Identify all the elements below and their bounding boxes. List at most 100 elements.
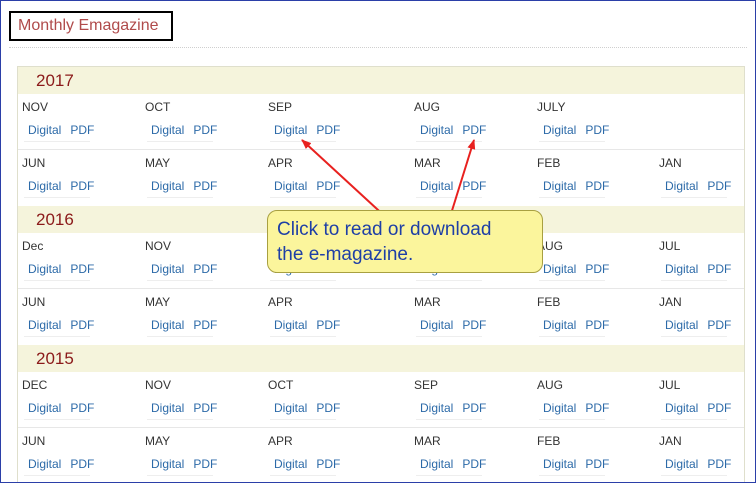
digital-link[interactable]: Digital [420, 401, 453, 415]
pdf-link[interactable]: PDF [193, 123, 217, 137]
pdf-link[interactable]: PDF [707, 262, 731, 276]
pdf-link[interactable]: PDF [316, 123, 340, 137]
month-cell: NOV Digital PDF [141, 372, 261, 427]
link-divider [147, 475, 213, 476]
digital-link[interactable]: Digital [28, 179, 61, 193]
digital-link[interactable]: Digital [28, 457, 61, 471]
digital-link[interactable]: Digital [274, 318, 307, 332]
title-divider [9, 47, 747, 48]
digital-link[interactable]: Digital [543, 123, 576, 137]
pdf-link[interactable]: PDF [585, 123, 609, 137]
digital-link[interactable]: Digital [28, 123, 61, 137]
digital-link[interactable]: Digital [543, 179, 576, 193]
callout-line-2: the e-magazine. [277, 244, 414, 265]
digital-link[interactable]: Digital [665, 457, 698, 471]
pdf-link[interactable]: PDF [70, 318, 94, 332]
month-label: AUG [537, 378, 564, 392]
pdf-link[interactable]: PDF [316, 318, 340, 332]
digital-link[interactable]: Digital [665, 401, 698, 415]
link-divider [24, 197, 90, 198]
issue-links: Digital PDF [151, 401, 217, 415]
pdf-link[interactable]: PDF [585, 179, 609, 193]
link-divider [416, 336, 482, 337]
digital-link[interactable]: Digital [543, 318, 576, 332]
digital-link[interactable]: Digital [28, 262, 61, 276]
digital-link[interactable]: Digital [28, 318, 61, 332]
digital-link[interactable]: Digital [543, 401, 576, 415]
digital-link[interactable]: Digital [665, 318, 698, 332]
pdf-link[interactable]: PDF [193, 457, 217, 471]
pdf-link[interactable]: PDF [70, 123, 94, 137]
month-cell: FEB Digital PDF [533, 289, 653, 344]
pdf-link[interactable]: PDF [462, 401, 486, 415]
link-divider [539, 336, 605, 337]
digital-link[interactable]: Digital [151, 262, 184, 276]
digital-link[interactable]: Digital [420, 179, 453, 193]
month-cell: FEB Digital PDF [533, 428, 653, 482]
month-cell: DEC Digital PDF [18, 372, 138, 427]
pdf-link[interactable]: PDF [70, 179, 94, 193]
pdf-link[interactable]: PDF [70, 457, 94, 471]
digital-link[interactable]: Digital [543, 457, 576, 471]
pdf-link[interactable]: PDF [462, 123, 486, 137]
digital-link[interactable]: Digital [28, 401, 61, 415]
digital-link[interactable]: Digital [420, 457, 453, 471]
digital-link[interactable]: Digital [274, 457, 307, 471]
link-divider [661, 197, 727, 198]
pdf-link[interactable]: PDF [585, 401, 609, 415]
pdf-link[interactable]: PDF [316, 457, 340, 471]
month-label: MAR [414, 295, 441, 309]
pdf-link[interactable]: PDF [707, 401, 731, 415]
month-cell: NOV Digital PDF [18, 94, 138, 149]
pdf-link[interactable]: PDF [316, 179, 340, 193]
issue-links: Digital PDF [28, 179, 94, 193]
pdf-link[interactable]: PDF [462, 179, 486, 193]
month-label: NOV [22, 100, 49, 114]
pdf-link[interactable]: PDF [585, 318, 609, 332]
month-label: MAY [145, 295, 171, 309]
pdf-link[interactable]: PDF [193, 262, 217, 276]
pdf-link[interactable]: PDF [70, 262, 94, 276]
digital-link[interactable]: Digital [151, 318, 184, 332]
pdf-link[interactable]: PDF [193, 318, 217, 332]
digital-link[interactable]: Digital [274, 179, 307, 193]
month-label: JUL [659, 378, 681, 392]
year-heading: 2017 [18, 67, 744, 94]
digital-link[interactable]: Digital [274, 401, 307, 415]
pdf-link[interactable]: PDF [707, 457, 731, 471]
link-divider [539, 475, 605, 476]
month-label: MAY [145, 156, 171, 170]
digital-link[interactable]: Digital [420, 318, 453, 332]
digital-link[interactable]: Digital [151, 179, 184, 193]
issue-links: Digital PDF [151, 123, 217, 137]
month-label: OCT [268, 378, 294, 392]
issue-links: Digital PDF [543, 457, 609, 471]
link-divider [147, 419, 213, 420]
pdf-link[interactable]: PDF [462, 457, 486, 471]
pdf-link[interactable]: PDF [193, 179, 217, 193]
pdf-link[interactable]: PDF [707, 179, 731, 193]
month-label: MAR [414, 156, 441, 170]
pdf-link[interactable]: PDF [70, 401, 94, 415]
digital-link[interactable]: Digital [665, 262, 698, 276]
pdf-link[interactable]: PDF [462, 318, 486, 332]
month-row: JUN Digital PDF MAY Digital PDF APR Digital PDF M… [18, 428, 744, 482]
issue-links: Digital PDF [28, 457, 94, 471]
digital-link[interactable]: Digital [151, 123, 184, 137]
digital-link[interactable]: Digital [543, 262, 576, 276]
digital-link[interactable]: Digital [665, 179, 698, 193]
pdf-link[interactable]: PDF [585, 457, 609, 471]
pdf-link[interactable]: PDF [193, 401, 217, 415]
digital-link[interactable]: Digital [274, 123, 307, 137]
link-divider [147, 141, 213, 142]
digital-link[interactable]: Digital [420, 123, 453, 137]
digital-link[interactable]: Digital [151, 401, 184, 415]
pdf-link[interactable]: PDF [585, 262, 609, 276]
month-cell: SEP Digital PDF [264, 94, 384, 149]
month-label: JUN [22, 434, 46, 448]
pdf-link[interactable]: PDF [707, 318, 731, 332]
issue-links: Digital PDF [274, 401, 340, 415]
issue-links: Digital PDF [543, 318, 609, 332]
pdf-link[interactable]: PDF [316, 401, 340, 415]
digital-link[interactable]: Digital [151, 457, 184, 471]
